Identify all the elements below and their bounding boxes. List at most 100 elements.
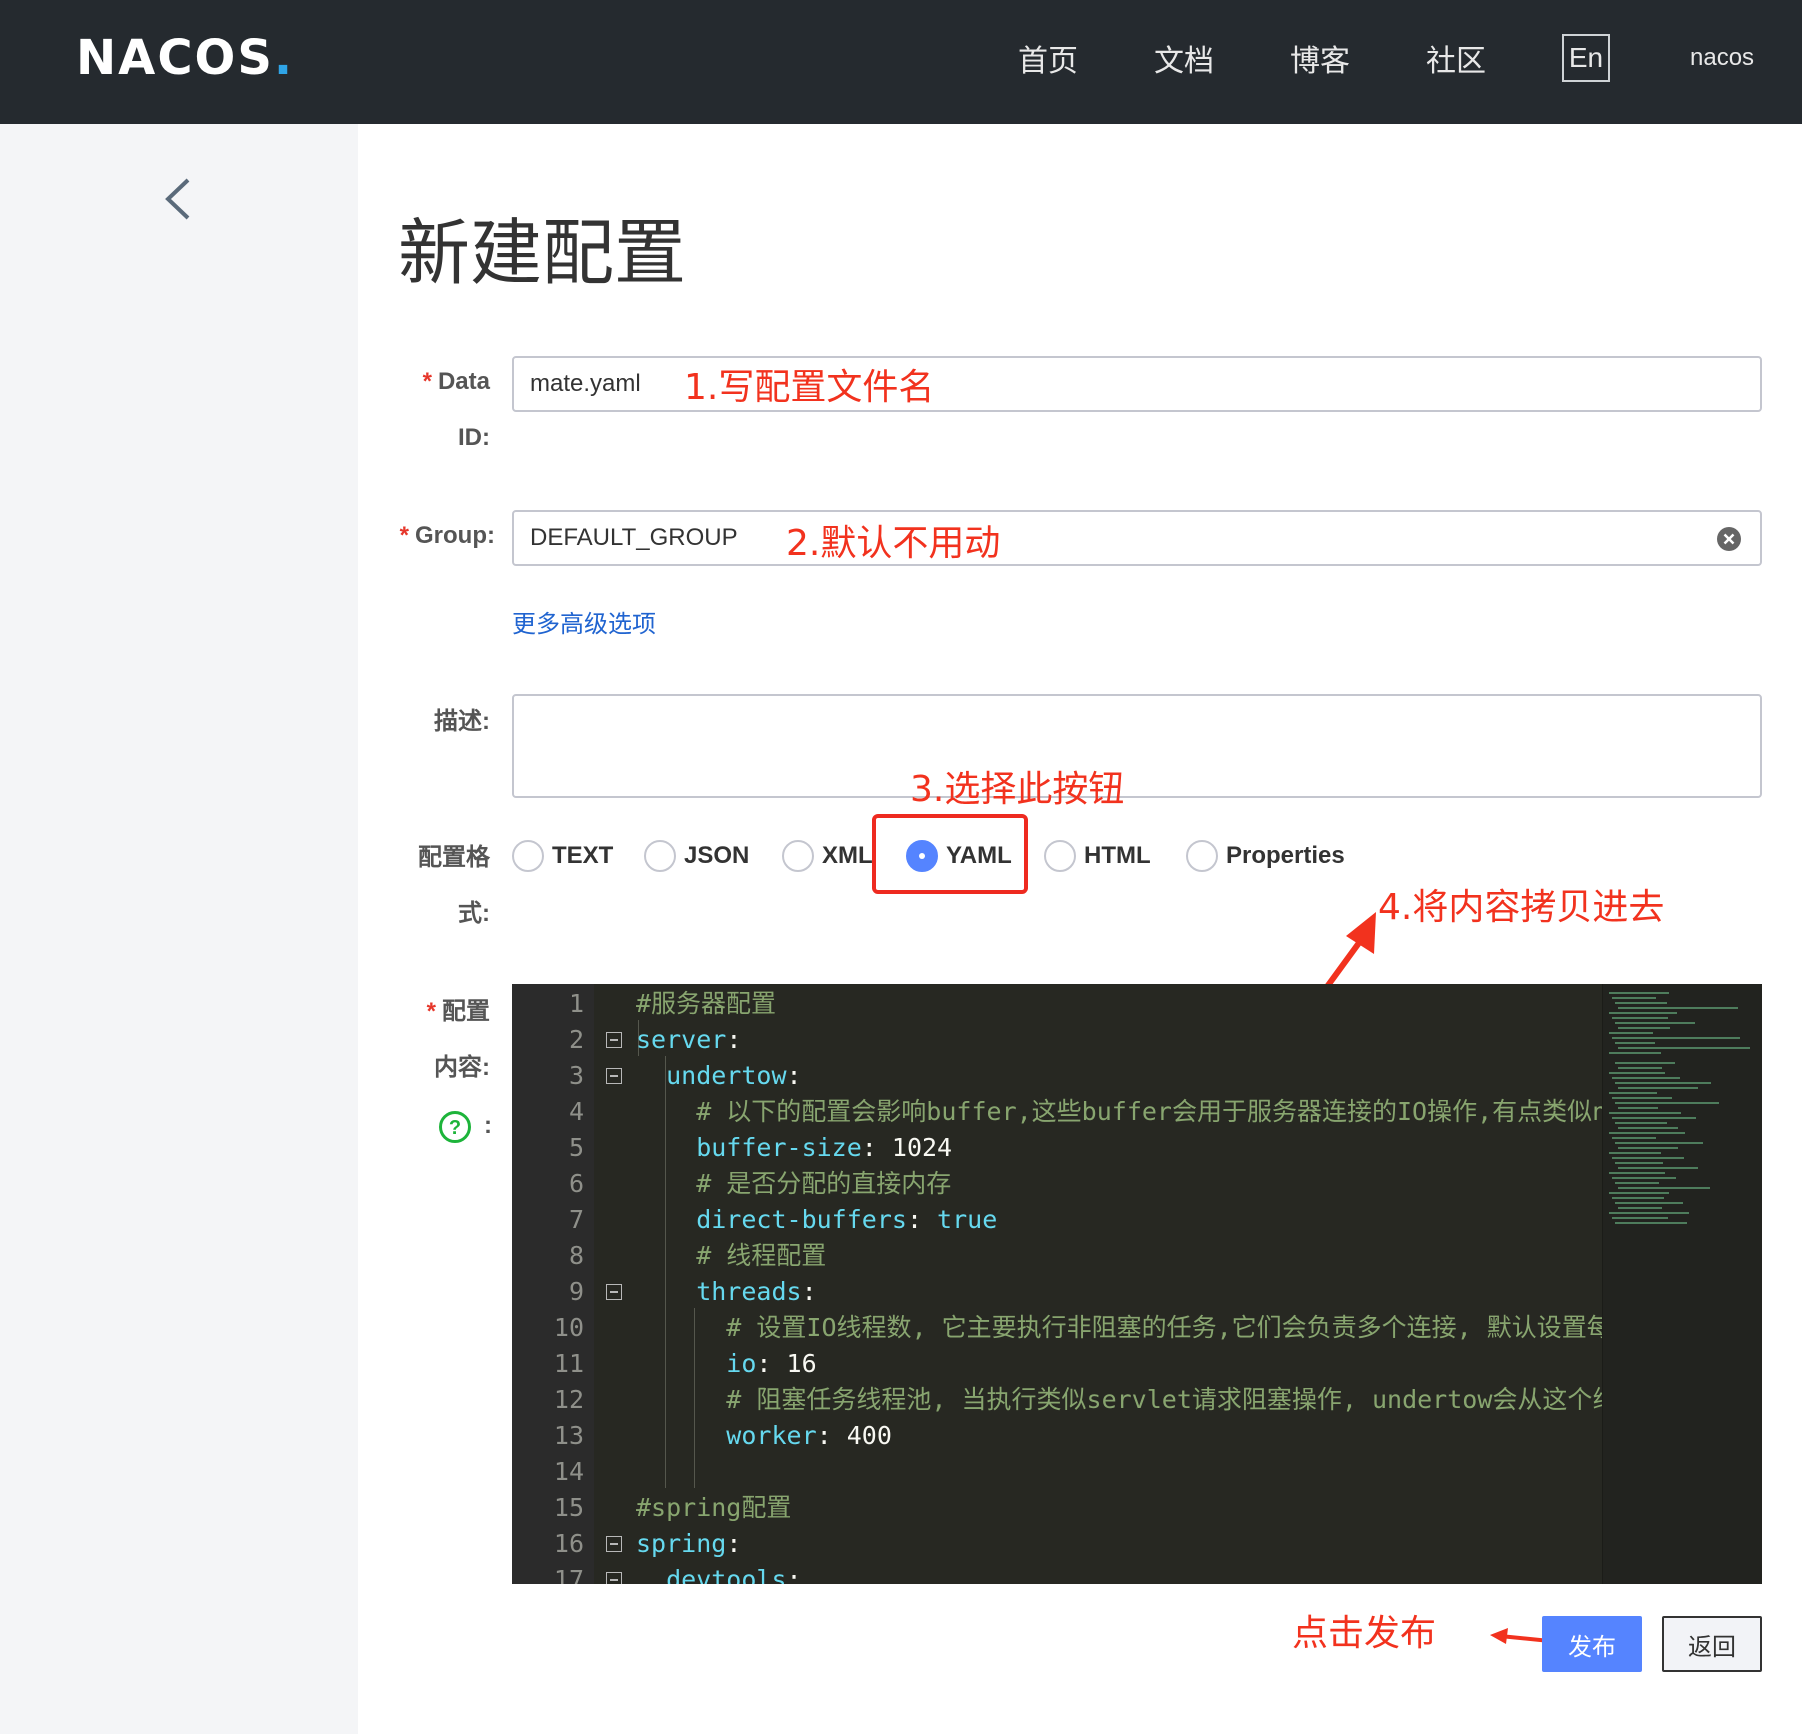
code-line: 9 threads: xyxy=(512,1274,1602,1310)
code-line: 10 # 设置IO线程数, 它主要执行非阻塞的任务,它们会负责多个连接, 默认设… xyxy=(512,1310,1652,1346)
line-number: 12 xyxy=(553,1385,584,1414)
fold-toggle-icon[interactable] xyxy=(606,1032,622,1048)
code-line: 11 io: 16 xyxy=(512,1346,1602,1382)
minimap-line xyxy=(1618,1147,1678,1149)
code-text: devtools: xyxy=(636,1565,802,1584)
code-text: #服务器配置 xyxy=(636,989,777,1018)
minimap-line xyxy=(1615,1122,1667,1124)
nav-community[interactable]: 社区 xyxy=(1426,36,1486,80)
radio-circle[interactable] xyxy=(512,840,544,872)
radio-label: JSON xyxy=(684,842,750,869)
radio-circle[interactable] xyxy=(644,840,676,872)
editor-minimap[interactable] xyxy=(1602,984,1762,1584)
required-mark: * xyxy=(399,522,410,549)
nacos-logo[interactable]: NACOS. xyxy=(76,30,294,86)
sidebar xyxy=(0,124,358,1734)
back-arrow-icon[interactable] xyxy=(160,174,200,224)
line-number: 8 xyxy=(568,1241,584,1270)
minimap-line xyxy=(1618,1127,1678,1129)
user-name[interactable]: nacos xyxy=(1690,44,1754,72)
format-label-line2: 式: xyxy=(458,900,490,927)
minimap-line xyxy=(1609,1012,1677,1014)
code-line: 2 server: xyxy=(512,1022,1602,1058)
format-label: 配置格 xyxy=(418,844,490,871)
annotation-step5: 点击发布 xyxy=(1292,1613,1437,1654)
nav-blog[interactable]: 博客 xyxy=(1290,36,1350,80)
code-line: 3 undertow: xyxy=(512,1058,1602,1094)
radio-xml[interactable]: XML xyxy=(782,836,873,876)
minimap-line xyxy=(1609,1112,1681,1114)
radio-circle[interactable] xyxy=(1186,840,1218,872)
line-number: 7 xyxy=(568,1205,584,1234)
group-value: DEFAULT_GROUP xyxy=(530,524,738,551)
group-input[interactable]: DEFAULT_GROUP xyxy=(512,510,1762,566)
radio-label: XML xyxy=(822,842,873,869)
radio-json[interactable]: JSON xyxy=(644,836,749,876)
radio-text[interactable]: TEXT xyxy=(512,836,613,876)
code-text: spring: xyxy=(636,1529,742,1558)
code-line: 8 # 线程配置 xyxy=(512,1238,1602,1274)
minimap-line xyxy=(1612,1217,1668,1219)
minimap-line xyxy=(1615,1082,1711,1084)
minimap-line xyxy=(1618,1007,1738,1009)
line-number: 4 xyxy=(568,1097,584,1126)
line-number: 13 xyxy=(553,1421,584,1450)
code-text: # 以下的配置会影响buffer,这些buffer会用于服务器连接的IO操作,有… xyxy=(636,1097,1638,1126)
line-number: 3 xyxy=(568,1061,584,1090)
language-toggle-button[interactable]: En xyxy=(1562,34,1610,82)
minimap-line xyxy=(1615,1042,1655,1044)
logo-text: NACOS xyxy=(76,30,274,86)
minimap-line xyxy=(1615,1222,1687,1224)
minimap-line xyxy=(1618,1087,1698,1089)
publish-button[interactable]: 发布 xyxy=(1542,1616,1642,1672)
clear-icon[interactable] xyxy=(1716,526,1742,552)
minimap-line xyxy=(1609,1132,1685,1134)
code-text: undertow: xyxy=(636,1061,802,1090)
annotation-step3: 3.选择此按钮 xyxy=(910,769,1125,810)
minimap-line xyxy=(1618,1187,1710,1189)
minimap-line xyxy=(1615,1182,1659,1184)
fold-toggle-icon[interactable] xyxy=(606,1572,622,1584)
code-line: 4 # 以下的配置会影响buffer,这些buffer会用于服务器连接的IO操作… xyxy=(512,1094,1637,1130)
code-line: 1 #服务器配置 xyxy=(512,986,1602,1022)
top-navbar: NACOS. 首页 文档 博客 社区 En nacos xyxy=(0,0,1802,124)
nav-home[interactable]: 首页 xyxy=(1018,36,1078,80)
annotation-step2: 2.默认不用动 xyxy=(786,523,1001,564)
code-editor[interactable]: 1 #服务器配置 2 server: 3 undertow: 4 # 以下的配置会影响bu… xyxy=(512,984,1762,1584)
content-label-text: 配置 xyxy=(442,998,490,1025)
description-textarea[interactable] xyxy=(512,694,1762,798)
code-line: 7 direct-buffers: true xyxy=(512,1202,1602,1238)
minimap-line xyxy=(1612,997,1656,999)
minimap-line xyxy=(1609,1152,1661,1154)
fold-toggle-icon[interactable] xyxy=(606,1068,622,1084)
advanced-options-link[interactable]: 更多高级选项 xyxy=(512,604,656,639)
logo-dot: . xyxy=(273,30,295,86)
minimap-line xyxy=(1612,1077,1680,1079)
fold-toggle-icon[interactable] xyxy=(606,1536,622,1552)
code-line: 6 # 是否分配的直接内存 xyxy=(512,1166,1602,1202)
minimap-line xyxy=(1609,1212,1689,1214)
content-label: * 配置 xyxy=(400,984,490,1040)
line-number: 11 xyxy=(553,1349,584,1378)
radio-label: HTML xyxy=(1084,842,1151,869)
nav-docs[interactable]: 文档 xyxy=(1154,36,1214,80)
code-line: 17 devtools: xyxy=(512,1562,1602,1584)
radio-circle[interactable] xyxy=(782,840,814,872)
radio-html[interactable]: HTML xyxy=(1044,836,1151,876)
minimap-line xyxy=(1609,1072,1665,1074)
back-button[interactable]: 返回 xyxy=(1662,1616,1762,1672)
line-number: 10 xyxy=(553,1313,584,1342)
radio-circle[interactable] xyxy=(1044,840,1076,872)
code-line: 5 buffer-size: 1024 xyxy=(512,1130,1602,1166)
fold-toggle-icon[interactable] xyxy=(606,1284,622,1300)
code-text: # 阻塞任务线程池, 当执行类似servlet请求阻塞操作, undertow会… xyxy=(636,1385,1643,1414)
help-icon[interactable]: ? xyxy=(438,1110,472,1144)
code-line: 13 worker: 400 xyxy=(512,1418,1602,1454)
data-id-label-text: Data xyxy=(437,368,490,395)
radio-properties[interactable]: Properties xyxy=(1186,836,1345,876)
code-text: # 线程配置 xyxy=(636,1241,827,1270)
annotation-step4: 4.将内容拷贝进去 xyxy=(1378,887,1665,928)
minimap-line xyxy=(1618,1167,1698,1169)
minimap-line xyxy=(1618,1067,1662,1069)
minimap-line xyxy=(1618,1027,1670,1029)
